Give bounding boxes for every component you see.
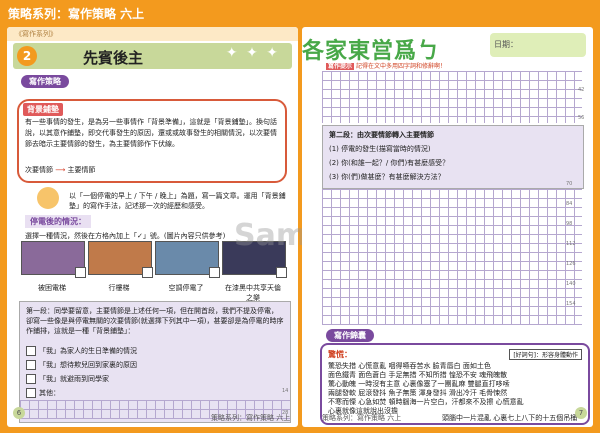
row-number: 84 bbox=[566, 201, 573, 207]
option-checkbox[interactable] bbox=[26, 388, 36, 398]
checkbox-dark-family[interactable] bbox=[276, 267, 287, 278]
writing-grid-main[interactable] bbox=[322, 189, 582, 325]
book-title: 策略系列：寫作策略 六上 bbox=[8, 7, 145, 21]
series-tab-strip: 《寫作系列》 bbox=[7, 27, 298, 41]
strategy-pill: 寫作策略 bbox=[21, 75, 69, 88]
bubble-text: 有一些事情的發生，是為另一些事情作「背景準備」，這就是「背景鋪墊」。換句話說，以… bbox=[25, 118, 277, 148]
option-other[interactable]: 其他： bbox=[26, 388, 60, 398]
section-heading: 停電後的情況： bbox=[25, 215, 91, 228]
row-number: 126 bbox=[566, 261, 576, 267]
page-number: 6 bbox=[13, 407, 25, 419]
arrow-right-icon: ⟶ bbox=[55, 166, 66, 174]
row-number: 140 bbox=[566, 281, 576, 287]
vocab-tag: [好詞句]：形容身體動作 bbox=[509, 349, 582, 360]
decorative-stars-icon: ✦ ✦ ✦ bbox=[225, 45, 280, 61]
vocab-heading: 驚慌： bbox=[328, 350, 352, 359]
legend-minor: 次要情節 bbox=[25, 166, 53, 174]
vocab-row: 頭腦中一片混亂 心裏七上八下的十五個吊桶 bbox=[442, 414, 578, 422]
student-face-icon bbox=[37, 187, 59, 209]
caption-aircon: 空調停電了 bbox=[168, 284, 204, 292]
checkbox-elevator[interactable] bbox=[75, 267, 86, 278]
option-checkbox[interactable] bbox=[26, 346, 36, 356]
option-checkbox[interactable] bbox=[26, 374, 36, 384]
row-number: 112 bbox=[566, 241, 576, 247]
paragraph-one-text: 第一段：同學要留意，主要情節是上述任何一項，但在開首段，我們不提及停電，卻寫一些… bbox=[26, 307, 284, 335]
date-label: 日期： bbox=[494, 40, 518, 49]
lesson-number: 2 bbox=[17, 46, 37, 66]
caption-dark-family: 在漆黑中共享天倫之樂 bbox=[225, 284, 281, 302]
row-number: 14 bbox=[282, 388, 289, 394]
writing-tip: 寫作提示 記得在文中多用四字詞和修辭啊！ bbox=[326, 63, 446, 70]
bubble-heading: 背景鋪墊 bbox=[23, 103, 63, 116]
checkbox-stairs[interactable] bbox=[142, 267, 153, 278]
series-tag: 《寫作系列》 bbox=[15, 30, 57, 38]
row-number: 70 bbox=[566, 181, 573, 187]
top-bar: 策略系列：寫作策略 六上 bbox=[0, 0, 600, 26]
caption-stairs: 行樓梯 bbox=[108, 284, 130, 292]
page-number: 7 bbox=[575, 407, 587, 419]
option-birthday[interactable]: 「我」為家人的生日準備的情況 bbox=[26, 346, 137, 356]
row-number: 154 bbox=[566, 301, 576, 307]
legend-main: 主要情節 bbox=[67, 166, 96, 174]
stage-question-3: (3) 你(們)做甚麼？有甚麼解決方法？ bbox=[329, 173, 445, 181]
writing-instruction: 以「一個停電的早上 / 下午 / 晚上」為題，寫一篇文章。運用「背景鋪墊」的寫作… bbox=[69, 192, 286, 210]
row-number: 56 bbox=[578, 115, 585, 121]
option-rain[interactable]: 「我」就避雨到同學家 bbox=[26, 374, 109, 384]
caption-elevator: 被困電梯 bbox=[38, 284, 66, 292]
page-footer: 策略系列：寫作策略 六上 bbox=[322, 414, 402, 422]
lesson-header: 2 先賓後主 ✦ ✦ ✦ bbox=[13, 43, 292, 69]
stage-question-2: (2) 你(和誰一起？/ 你們)有甚麼感受？ bbox=[329, 159, 450, 167]
lesson-title: 先賓後主 bbox=[83, 49, 144, 67]
option-checkbox[interactable] bbox=[26, 360, 36, 370]
writing-grid-top[interactable] bbox=[322, 71, 582, 123]
page-footer: 策略系列：寫作策略 六上 bbox=[211, 414, 291, 422]
date-box[interactable]: 日期： bbox=[490, 33, 586, 57]
paragraph-one-panel: 第一段：同學要留意，主要情節是上述任何一項，但在開首段，我們不提及停電，卻寫一些… bbox=[19, 301, 291, 423]
row-number: 98 bbox=[566, 221, 573, 227]
choose-instruction: 選擇一種情況，然後在方格內加上「✓」號。(圖片內容只供參考) bbox=[25, 232, 226, 240]
right-page: 各家東営爲ㄅ 日期： 寫作提示 記得在文中多用四字詞和修辭啊！ 42 56 第二… bbox=[302, 27, 593, 427]
stage-question-1: (1) 停電的發生(描寫當時的情況) bbox=[329, 145, 431, 153]
vocab-pill: 寫作錦囊 bbox=[326, 329, 374, 342]
plot-legend: 次要情節 ⟶ 主要情節 bbox=[25, 165, 96, 175]
row-number: 42 bbox=[578, 87, 585, 93]
option-waiting[interactable]: 「我」想待欺兒回到家裏的原因 bbox=[26, 360, 137, 370]
paragraph-two-panel: 第二段：由次要情節轉入主要情節 (1) 停電的發生(描寫當時的情況) (2) 你… bbox=[322, 125, 584, 189]
stage-heading: 第二段：由次要情節轉入主要情節 bbox=[329, 131, 434, 139]
background-setup-bubble: 背景鋪墊 有一些事情的發生，是為另一些事情作「背景準備」，這就是「背景鋪墊」。換… bbox=[17, 99, 287, 183]
checkbox-aircon[interactable] bbox=[209, 267, 220, 278]
